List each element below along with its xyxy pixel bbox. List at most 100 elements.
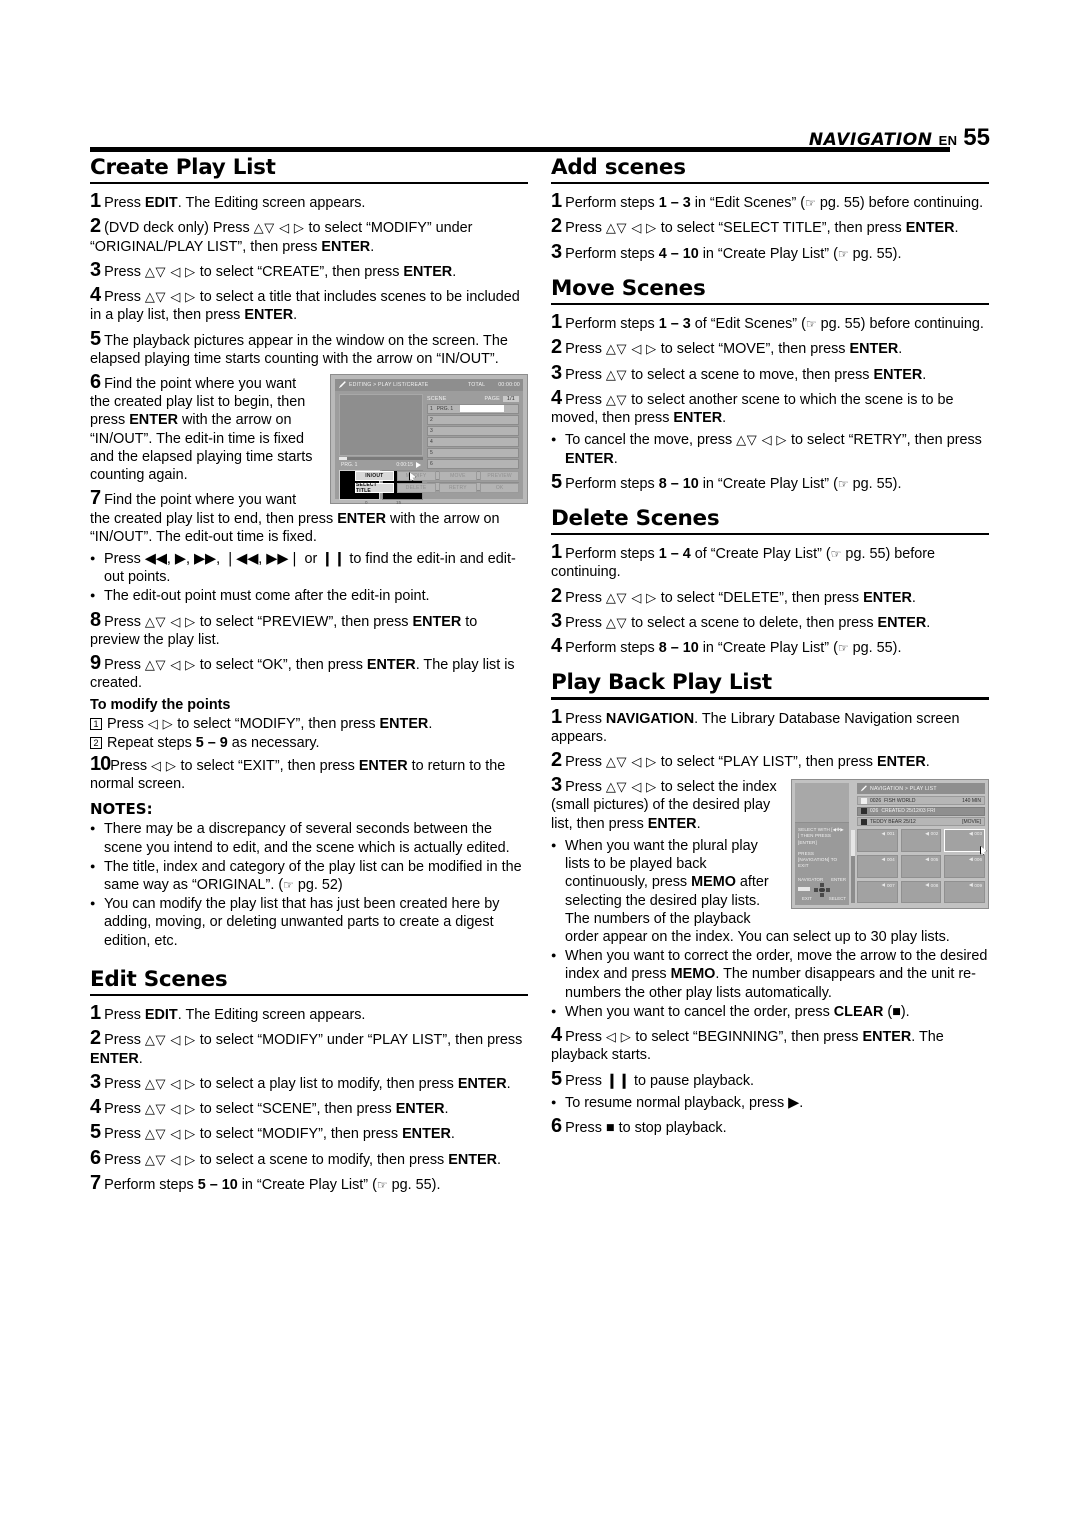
step-number: 4 bbox=[551, 386, 563, 409]
heading-rule bbox=[551, 303, 989, 306]
heading-play-back-play-list: Play Back Play List bbox=[551, 670, 772, 696]
step-number: 3 bbox=[90, 1070, 102, 1093]
osd-nav-meta-name: TEDDY BEAR 25/12 bbox=[870, 818, 916, 825]
movie-icon bbox=[881, 831, 886, 836]
osd-button[interactable]: RETRY bbox=[438, 483, 478, 494]
osd-button-row-1: IN/OUT MODIFY MOVE PREVIEW bbox=[355, 471, 519, 482]
osd-button[interactable]: MODIFY bbox=[396, 471, 436, 482]
osd-scene-row[interactable]: 6 bbox=[427, 459, 519, 469]
step-item: 7 Perform steps 5 – 10 in “Create Play Li… bbox=[90, 1173, 528, 1194]
bullet-item: The title, index and category of the pla… bbox=[90, 858, 528, 894]
step-text: Press EDIT. The Editing screen appears. bbox=[104, 195, 366, 212]
step-number: 2 bbox=[551, 584, 563, 607]
step-item: 3 Press △▽ ◁ ▷ to select “CREATE”, then p… bbox=[90, 260, 528, 281]
step-number: 2 bbox=[551, 336, 563, 359]
step-number: 7 bbox=[90, 1171, 102, 1194]
step-item: 2 Press △▽ ◁ ▷ to select “MOVE”, then pre… bbox=[551, 337, 989, 358]
step-text: Press ◁ ▷ to select “EXIT”, then press E… bbox=[90, 757, 506, 793]
osd-button[interactable]: SELECT TITLE bbox=[355, 482, 394, 494]
step-text: Press ■ to stop playback. bbox=[565, 1119, 727, 1136]
heading-rule bbox=[551, 533, 989, 536]
step-text: Press ◁ ▷ to select “BEGINNING”, then pr… bbox=[551, 1029, 944, 1064]
osd-scene-row[interactable]: 5 bbox=[427, 448, 519, 458]
osd-scene-row[interactable]: 3 bbox=[427, 426, 519, 436]
heading-rule bbox=[90, 994, 528, 997]
osd-nav-meta-icon bbox=[861, 818, 867, 825]
osd-nav-meta-icon bbox=[861, 808, 867, 815]
step-item: 5 Press ❙❙ to pause playback. bbox=[551, 1069, 989, 1090]
osd-button[interactable]: PREVIEW bbox=[480, 471, 519, 482]
step-text: Press △▽ ◁ ▷ to select “MODIFY” under “P… bbox=[90, 1032, 523, 1067]
osd-scene-index: 1 bbox=[430, 405, 433, 412]
osd-button[interactable]: OK bbox=[480, 483, 519, 494]
step-number: 4 bbox=[90, 284, 102, 307]
step-number: 2 bbox=[551, 215, 563, 238]
osd-button[interactable]: IN/OUT bbox=[355, 471, 394, 482]
step-number: 1 bbox=[90, 1002, 102, 1025]
step-number: 6 bbox=[90, 371, 102, 394]
osd-nav-blank-panel bbox=[795, 783, 849, 824]
step-text: Find the point where you want the create… bbox=[90, 376, 313, 484]
substep-item: 1 Press ◁ ▷ to select “MODIFY”, then pres… bbox=[90, 715, 528, 734]
step-text: Perform steps 1 – 3 of “Edit Scenes” (☞ … bbox=[565, 316, 984, 333]
running-head-language: EN bbox=[938, 133, 958, 148]
move-scenes-bullets: To cancel the move, press △▽ ◁ ▷ to sele… bbox=[551, 431, 989, 467]
section-add-scenes: Add scenes 1 Perform steps 1 – 3 in “Edit… bbox=[551, 155, 989, 263]
osd-nav-titlebar: NAVIGATION > PLAY LIST bbox=[857, 783, 985, 795]
edit-scenes-steps: 1 Press EDIT. The Editing screen appears.… bbox=[90, 1003, 528, 1194]
osd-nav-meta-right: [MOVIE] bbox=[962, 818, 981, 825]
play-back-bullets: When you want the plural play lists to b… bbox=[551, 837, 989, 1021]
osd-button[interactable]: MOVE bbox=[438, 471, 478, 482]
osd-button[interactable]: DELETE bbox=[396, 483, 436, 494]
step-text: The playback pictures appear in the wind… bbox=[90, 332, 508, 367]
step-number: 2 bbox=[90, 1027, 102, 1050]
play-icon bbox=[416, 462, 421, 469]
manual-page: NAVIGATION EN 55 Create Play List 1 Press… bbox=[0, 0, 1080, 1528]
section-edit-scenes: Edit Scenes 1 Press EDIT. The Editing scr… bbox=[90, 967, 528, 1194]
step-text: Press △▽ ◁ ▷ to select “SCENE”, then pre… bbox=[104, 1101, 449, 1118]
osd-preview-time: 0:00:15 bbox=[396, 462, 413, 469]
pencil-icon bbox=[338, 381, 346, 389]
step-item: 2 Press △▽ ◁ ▷ to select “PLAY LIST”, the… bbox=[551, 750, 989, 771]
osd-scene-index: 6 bbox=[430, 461, 433, 468]
step-text: Press △▽ to select a scene to move, then… bbox=[565, 366, 927, 383]
header-rule bbox=[90, 147, 950, 152]
step-number: 4 bbox=[551, 635, 563, 658]
osd-scene-row[interactable]: 4 bbox=[427, 437, 519, 447]
step-text: Press △▽ ◁ ▷ to select “MOVE”, then pres… bbox=[565, 341, 903, 358]
osd-nav-meta-name: CREATED 25/12/03 FRI bbox=[881, 808, 936, 815]
movie-icon bbox=[925, 831, 930, 836]
step-text: Press △▽ ◁ ▷ to select “OK”, then press … bbox=[90, 657, 515, 692]
step-number: 9 bbox=[90, 652, 102, 675]
add-scenes-steps: 1 Perform steps 1 – 3 in “Edit Scenes” (☞… bbox=[551, 191, 989, 263]
osd-scene-index: 4 bbox=[430, 439, 433, 446]
step-text: Press △▽ ◁ ▷ to select “SELECT TITLE”, t… bbox=[565, 220, 959, 237]
bullet-item: There may be a discrepancy of several se… bbox=[90, 820, 528, 856]
page-number: 55 bbox=[963, 124, 990, 151]
osd-button-row-2: SELECT TITLE DELETE RETRY OK bbox=[355, 482, 519, 494]
osd-page-label: PAGE bbox=[484, 395, 500, 402]
step-number: 1 bbox=[90, 190, 102, 213]
step-item: 1 Press EDIT. The Editing screen appears. bbox=[90, 1003, 528, 1024]
step-text: Press △▽ ◁ ▷ to select “PREVIEW”, then p… bbox=[90, 613, 478, 648]
heading-rule bbox=[551, 182, 989, 185]
step-text: Press △▽ ◁ ▷ to select the index (small … bbox=[551, 779, 777, 832]
step-item: 4 Press ◁ ▷ to select “BEGINNING”, then p… bbox=[551, 1025, 989, 1064]
osd-nav-meta-name: FISH WORLD bbox=[884, 797, 916, 804]
step-item: 1 Press EDIT. The Editing screen appears. bbox=[90, 191, 528, 212]
step-number: 1 bbox=[551, 190, 563, 213]
heading-rule bbox=[90, 182, 528, 185]
bullet-item: You can modify the play list that has ju… bbox=[90, 895, 528, 950]
step-item: 3 Press △▽ to select a scene to move, the… bbox=[551, 363, 989, 384]
osd-nav-meta-row: 0026 FISH WORLD 140 MIN bbox=[857, 796, 985, 806]
step-number: 3 bbox=[90, 258, 102, 281]
osd-progress-bar bbox=[339, 457, 423, 461]
osd-scene-highlight bbox=[460, 405, 505, 413]
osd-scene-row[interactable]: 1 PRG. 1 bbox=[427, 404, 519, 414]
step-number: 1 bbox=[551, 541, 563, 564]
step-item: 2 Press △▽ ◁ ▷ to select “DELETE”, then p… bbox=[551, 586, 989, 607]
step-item: 6 Press △▽ ◁ ▷ to select a scene to modif… bbox=[90, 1148, 528, 1169]
osd-scene-row[interactable]: 2 bbox=[427, 415, 519, 425]
step-item: 3 Press △▽ ◁ ▷ to select a play list to m… bbox=[90, 1072, 528, 1093]
heading-add-scenes: Add scenes bbox=[551, 155, 686, 180]
